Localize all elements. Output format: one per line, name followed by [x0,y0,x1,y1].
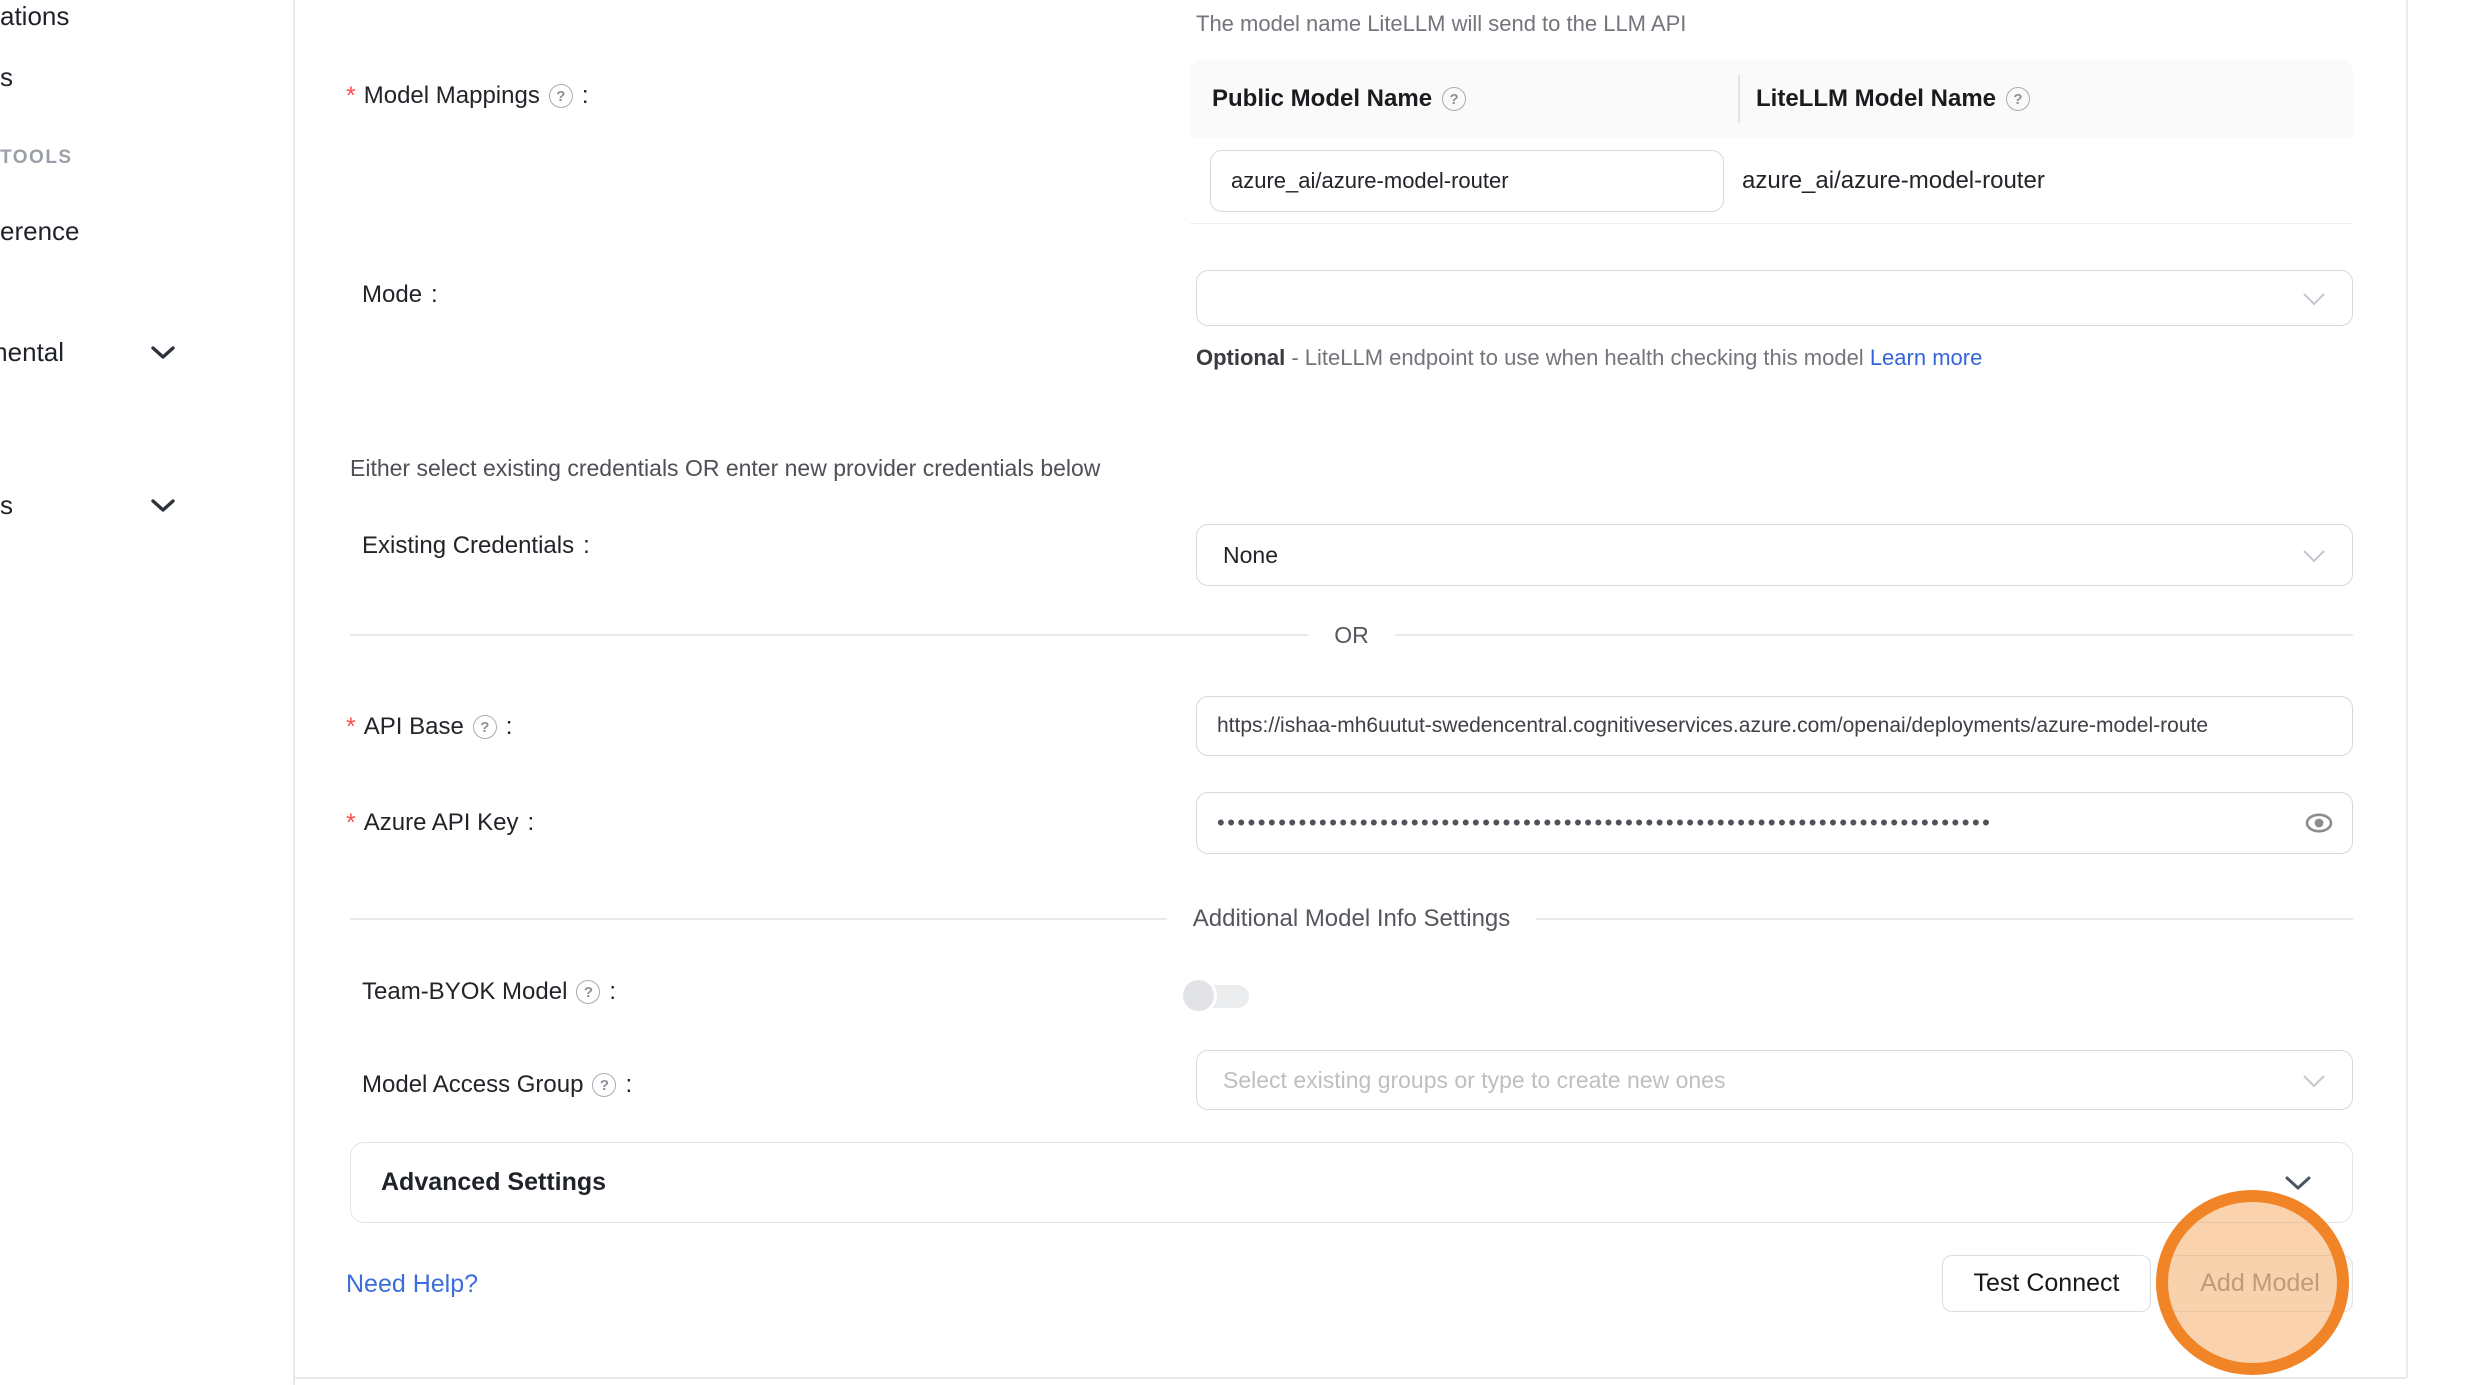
chevron-down-icon [2284,1175,2312,1191]
help-circle-icon[interactable]: ? [2006,87,2030,111]
chevron-down-icon [2302,292,2326,306]
help-circle-icon[interactable]: ? [576,980,600,1004]
public-model-name-input[interactable] [1210,150,1724,212]
column-header-litellm-model-name: LiteLLM Model Name ? [1738,85,2353,113]
model-name-helper: The model name LiteLLM will send to the … [1196,11,1686,37]
column-divider [1738,75,1740,123]
additional-info-divider: Additional Model Info Settings [350,902,2353,936]
model-access-group-label: Model Access Group ? : [362,1069,632,1101]
eye-icon[interactable] [2304,808,2334,838]
chevron-down-icon [2302,549,2326,563]
azure-api-key-input[interactable]: ••••••••••••••••••••••••••••••••••••••••… [1196,792,2353,854]
sidebar-item-settings[interactable]: s [0,489,210,521]
sidebar: ations s TOOLS erence mental s [0,0,294,1385]
required-marker: * [346,711,356,743]
required-marker: * [346,807,356,839]
or-divider-text: OR [1334,622,1369,649]
sidebar-item-1[interactable]: s [0,61,210,93]
card-bottom-border [294,1377,2406,1379]
existing-credentials-label: Existing Credentials : [362,530,590,562]
mode-help-text: Optional - LiteLLM endpoint to use when … [1196,338,2016,378]
existing-credentials-value: None [1223,542,1278,569]
required-marker: * [346,80,356,112]
sidebar-divider [293,0,295,1385]
need-help-link[interactable]: Need Help? [346,1270,478,1299]
api-base-label: * API Base ? : [346,711,512,743]
existing-credentials-select[interactable]: None [1196,524,2353,586]
model-access-group-placeholder: Select existing groups or type to create… [1223,1067,1725,1094]
table-header-row: Public Model Name ? LiteLLM Model Name ? [1190,60,2353,138]
card-right-border [2406,0,2408,1378]
sidebar-item-organizations[interactable]: ations [0,0,210,32]
model-mappings-label: * Model Mappings ? : [346,80,589,112]
chevron-down-icon [2302,1074,2326,1088]
help-circle-icon[interactable]: ? [549,84,573,108]
or-divider: OR [350,618,2353,652]
team-byok-label: Team-BYOK Model ? : [362,976,616,1008]
sidebar-item-reference[interactable]: erence [0,215,210,247]
model-mappings-table: Public Model Name ? LiteLLM Model Name ?… [1190,60,2353,224]
team-byok-toggle[interactable] [1183,980,1249,1012]
credentials-note: Either select existing credentials OR en… [350,455,1100,482]
toggle-knob [1183,980,1214,1011]
table-row: azure_ai/azure-model-router [1190,138,2353,224]
api-base-input[interactable]: https://ishaa-mh6uutut-swedencentral.cog… [1196,696,2353,756]
additional-info-divider-text: Additional Model Info Settings [1193,905,1511,933]
chevron-down-icon[interactable] [150,345,176,360]
advanced-settings-label: Advanced Settings [381,1168,2284,1197]
advanced-settings-panel[interactable]: Advanced Settings [350,1142,2353,1223]
masked-api-key: ••••••••••••••••••••••••••••••••••••••••… [1197,810,2352,836]
chevron-down-icon[interactable] [150,498,176,513]
add-model-page: ations s TOOLS erence mental s The model… [0,0,2477,1385]
column-header-public-model-name: Public Model Name ? [1190,85,1738,113]
mode-select[interactable] [1196,270,2353,326]
help-circle-icon[interactable]: ? [592,1073,616,1097]
help-circle-icon[interactable]: ? [1442,87,1466,111]
add-model-button[interactable]: Add Model [2167,1255,2353,1312]
test-connect-button[interactable]: Test Connect [1942,1255,2151,1312]
litellm-model-name-value: azure_ai/azure-model-router [1724,167,2321,195]
sidebar-section-tools: TOOLS [0,144,210,172]
mode-label: Mode : [362,279,438,311]
help-circle-icon[interactable]: ? [473,715,497,739]
sidebar-item-experimental[interactable]: mental [0,336,210,368]
model-access-group-select[interactable]: Select existing groups or type to create… [1196,1050,2353,1110]
learn-more-link[interactable]: Learn more [1870,345,1983,370]
api-base-value: https://ishaa-mh6uutut-swedencentral.cog… [1197,714,2352,738]
azure-api-key-label: * Azure API Key : [346,807,534,839]
